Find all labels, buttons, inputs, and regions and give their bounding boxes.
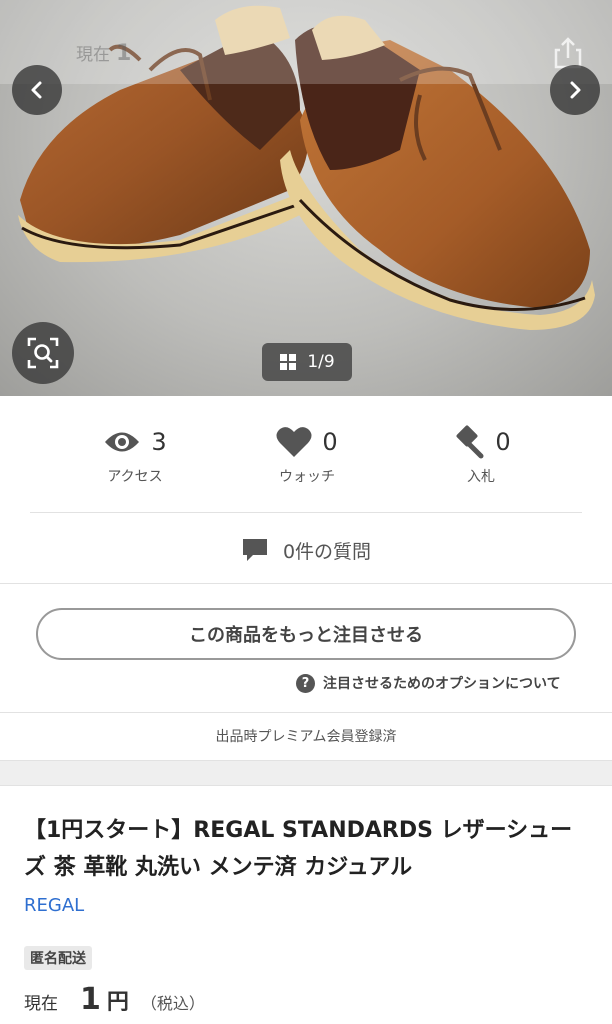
chevron-right-icon: [570, 81, 581, 99]
heart-icon: [276, 427, 312, 457]
price-value: 1: [80, 982, 101, 1017]
price-label: 現在: [24, 994, 58, 1014]
bid-stat: 0 入札: [406, 420, 556, 486]
divider: [0, 583, 612, 584]
image-counter[interactable]: 1/9: [262, 343, 352, 381]
watch-label: ウォッチ: [279, 469, 335, 485]
bid-count: 0: [495, 428, 511, 456]
watch-count: 0: [322, 428, 338, 456]
ghost-price-value: 1: [116, 41, 132, 66]
ghost-price-label: 現在: [76, 45, 110, 65]
access-count: 3: [151, 428, 167, 456]
item-stats: 3 アクセス 0 ウォッチ 0 入札: [0, 420, 612, 490]
grid-icon: [280, 354, 297, 370]
divider: [0, 712, 612, 713]
current-price: 現在 1 円 （税込）: [24, 982, 205, 1017]
gavel-icon: [456, 425, 484, 459]
question-mark-icon: ?: [296, 673, 315, 693]
promote-item-button[interactable]: この商品をもっと注目させる: [36, 608, 576, 660]
premium-member-note: 出品時プレミアム会員登録済: [215, 729, 397, 745]
image-counter-text: 1/9: [307, 352, 335, 372]
price-unit: 円: [106, 990, 129, 1015]
next-image-button[interactable]: [550, 65, 600, 115]
image-search-button[interactable]: [12, 322, 74, 384]
chevron-left-icon: [31, 81, 42, 99]
watch-stat[interactable]: 0 ウォッチ: [232, 420, 382, 486]
brand-link[interactable]: REGAL: [24, 895, 84, 916]
item-title: 【1円スタート】REGAL STANDARDS レザーシューズ 茶 革靴 丸洗い…: [24, 818, 573, 880]
image-search-icon: [27, 337, 59, 369]
previous-image-button[interactable]: [12, 65, 62, 115]
questions-link[interactable]: 0件の質問: [0, 530, 612, 570]
price-tax-note: （税込）: [140, 994, 205, 1013]
product-image-carousel[interactable]: 現在 1 1/9: [0, 0, 612, 396]
divider: [30, 512, 582, 513]
access-stat: 3 アクセス: [60, 420, 210, 486]
questions-label: 0件の質問: [282, 540, 372, 563]
bid-label: 入札: [467, 469, 495, 485]
eye-icon: [105, 432, 140, 452]
access-label: アクセス: [107, 469, 163, 485]
ghost-price-overlay: 現在 1: [76, 40, 131, 66]
speech-bubble-icon: [242, 539, 267, 561]
promotion-options-link[interactable]: ? 注目させるためのオプションについて: [296, 670, 561, 696]
anonymous-shipping-badge: 匿名配送: [24, 946, 92, 970]
promotion-options-label: 注目させるためのオプションについて: [323, 676, 561, 692]
section-separator: [0, 760, 612, 786]
